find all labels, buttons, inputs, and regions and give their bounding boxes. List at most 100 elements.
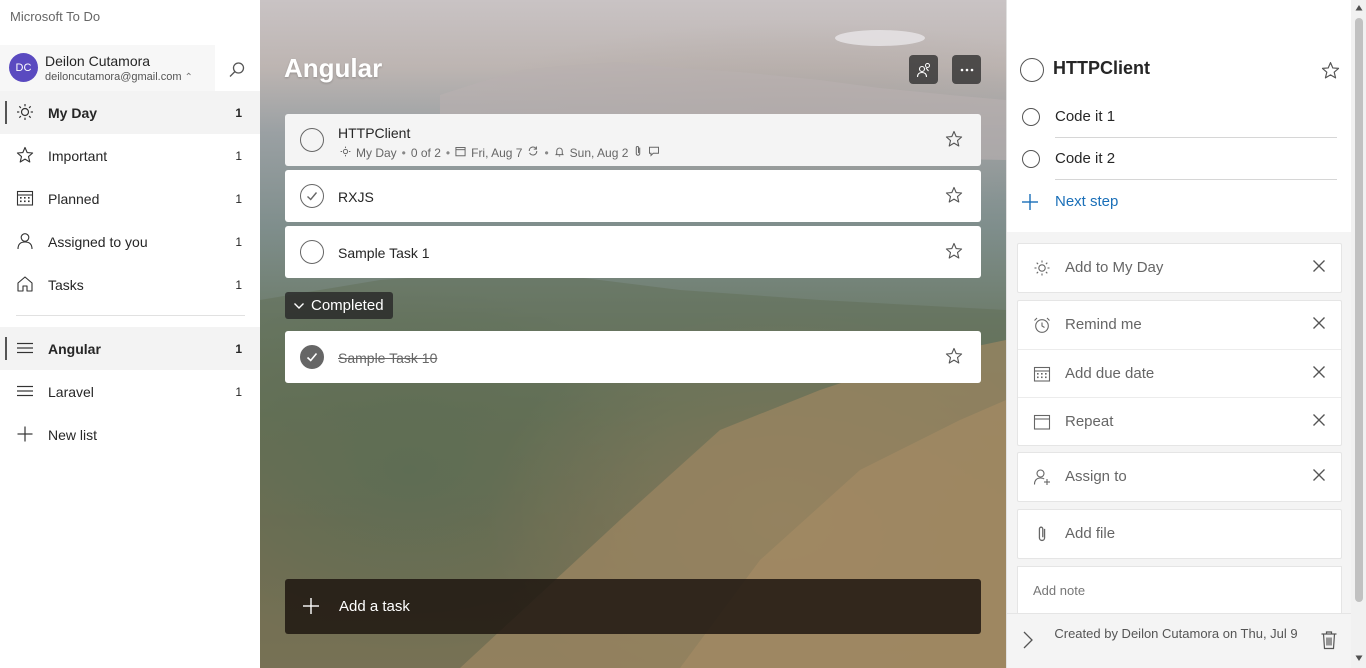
check-icon <box>306 352 318 362</box>
sidebar-item-planned[interactable]: Planned 1 <box>0 177 260 220</box>
sidebar-divider <box>16 315 245 316</box>
avatar: DC <box>9 53 38 82</box>
assign-to-button[interactable]: Assign to <box>1018 453 1341 501</box>
detail-star-button[interactable] <box>1319 59 1341 81</box>
star-icon <box>945 186 963 203</box>
star-icon <box>945 130 963 147</box>
remove-reminder-button[interactable] <box>1311 315 1327 331</box>
task-item[interactable]: Sample Task 1 <box>285 226 981 278</box>
remove-due-date-button[interactable] <box>1311 364 1327 380</box>
detail-task-title[interactable]: HTTPClient <box>1053 58 1150 79</box>
task-item[interactable]: RXJS <box>285 170 981 222</box>
sidebar-item-laravel[interactable]: Laravel 1 <box>0 370 260 413</box>
remove-assignee-button[interactable] <box>1311 467 1327 483</box>
star-icon <box>1321 61 1339 78</box>
note-field[interactable]: Add note <box>1017 566 1342 618</box>
task-complete-checkbox[interactable] <box>300 128 324 152</box>
account-switcher[interactable]: DC Deilon Cutamora deiloncutamora@gmail.… <box>0 45 215 91</box>
detail-complete-checkbox[interactable] <box>1020 58 1044 82</box>
expand-icon: ⌃ <box>184 72 193 83</box>
sidebar-item-count: 1 <box>235 384 242 399</box>
note-placeholder: Add note <box>1033 583 1086 598</box>
task-item[interactable]: HTTPClient My Day • 0 of 2 • Fri, Aug 7 … <box>285 114 981 166</box>
task-star-button[interactable] <box>944 129 964 149</box>
step-item[interactable]: Code it 2 <box>1007 138 1351 180</box>
detail-header: HTTPClient Code it 1 Code it 2 Next step <box>1007 0 1351 232</box>
delete-task-trash-icon[interactable] <box>1320 630 1338 650</box>
calendar-icon <box>1032 364 1052 384</box>
sidebar-item-my-day[interactable]: My Day 1 <box>0 91 260 134</box>
star-icon <box>945 347 963 364</box>
new-list-button[interactable]: New list <box>0 413 260 456</box>
sidebar-item-assigned[interactable]: Assigned to you 1 <box>0 220 260 263</box>
sidebar-item-count: 1 <box>235 191 242 206</box>
attachment-small-icon <box>633 145 643 160</box>
person-add-icon <box>1032 467 1052 487</box>
share-list-button[interactable] <box>909 55 938 84</box>
account-name: Deilon Cutamora <box>45 53 151 69</box>
separator: • <box>445 145 451 160</box>
add-due-date-button[interactable]: Add due date <box>1018 349 1341 397</box>
person-icon <box>16 232 34 250</box>
remind-me-label: Remind me <box>1065 316 1142 333</box>
task-complete-checkbox[interactable] <box>300 240 324 264</box>
list-icon <box>16 382 34 400</box>
chevron-down-icon <box>294 302 304 309</box>
repeat-button[interactable]: Repeat <box>1018 397 1341 445</box>
completed-section-toggle[interactable]: Completed <box>285 292 393 319</box>
task-title: Sample Task 10 <box>338 350 438 366</box>
scroll-up-arrow-icon[interactable] <box>1355 4 1363 12</box>
sidebar-item-tasks[interactable]: Tasks 1 <box>0 263 260 306</box>
task-meta: My Day • 0 of 2 • Fri, Aug 7 • Sun, Aug … <box>340 145 660 160</box>
remove-repeat-button[interactable] <box>1311 412 1327 428</box>
sidebar-item-label: Tasks <box>48 276 84 293</box>
step-checkbox[interactable] <box>1022 108 1040 126</box>
scrollbar-thumb[interactable] <box>1355 18 1363 602</box>
add-task-input[interactable]: Add a task <box>285 579 981 634</box>
sidebar-item-count: 1 <box>235 148 242 163</box>
hide-detail-chevron-icon[interactable] <box>1020 630 1036 650</box>
sidebar-item-count: 1 <box>235 277 242 292</box>
account-email-row: deiloncutamora@gmail.com ⌃ <box>45 71 193 83</box>
remind-me-button[interactable]: Remind me <box>1018 301 1341 349</box>
task-star-button[interactable] <box>944 185 964 205</box>
sidebar-item-label: Assigned to you <box>48 233 148 250</box>
task-title: Sample Task 1 <box>338 245 430 261</box>
sidebar-item-count: 1 <box>235 341 242 356</box>
separator: • <box>544 145 549 160</box>
sun-icon <box>1032 258 1052 278</box>
search-button[interactable] <box>222 55 252 85</box>
add-to-my-day-button[interactable]: Add to My Day <box>1018 244 1341 292</box>
next-step-button[interactable]: Next step <box>1007 180 1351 222</box>
task-complete-checkbox[interactable] <box>300 345 324 369</box>
list-title[interactable]: Angular <box>284 53 382 84</box>
task-complete-checkbox[interactable] <box>300 184 324 208</box>
task-star-button[interactable] <box>944 346 964 366</box>
scroll-down-arrow-icon[interactable] <box>1355 654 1363 662</box>
task-detail-pane: HTTPClient Code it 1 Code it 2 Next step… <box>1006 0 1366 668</box>
task-star-button[interactable] <box>944 241 964 261</box>
close-icon <box>1313 317 1325 329</box>
sidebar-item-label: Angular <box>48 340 101 357</box>
sidebar-item-angular[interactable]: Angular 1 <box>0 327 260 370</box>
assign-to-label: Assign to <box>1065 468 1127 485</box>
calendar-icon <box>16 189 34 207</box>
step-checkbox[interactable] <box>1022 150 1040 168</box>
sidebar: Microsoft To Do DC Deilon Cutamora deilo… <box>0 0 260 668</box>
completed-task-item[interactable]: Sample Task 10 <box>285 331 981 383</box>
created-by-text: Created by Deilon Cutamora on Thu, Jul 9 <box>1054 626 1298 641</box>
detail-scrollbar[interactable] <box>1351 0 1366 668</box>
add-file-button[interactable]: Add file <box>1018 510 1341 558</box>
check-icon <box>307 192 318 201</box>
sun-icon <box>16 103 34 121</box>
step-item[interactable]: Code it 1 <box>1007 96 1351 138</box>
star-icon <box>945 242 963 259</box>
list-options-button[interactable] <box>952 55 981 84</box>
completed-label: Completed <box>311 297 384 314</box>
note-small-icon <box>648 145 660 160</box>
sidebar-item-count: 1 <box>235 105 242 120</box>
remove-my-day-button[interactable] <box>1311 258 1327 274</box>
repeat-label: Repeat <box>1065 413 1114 430</box>
sidebar-item-important[interactable]: Important 1 <box>0 134 260 177</box>
task-list-pane: Angular HTTPClient My Day • 0 of 2 • Fri… <box>260 0 1006 668</box>
